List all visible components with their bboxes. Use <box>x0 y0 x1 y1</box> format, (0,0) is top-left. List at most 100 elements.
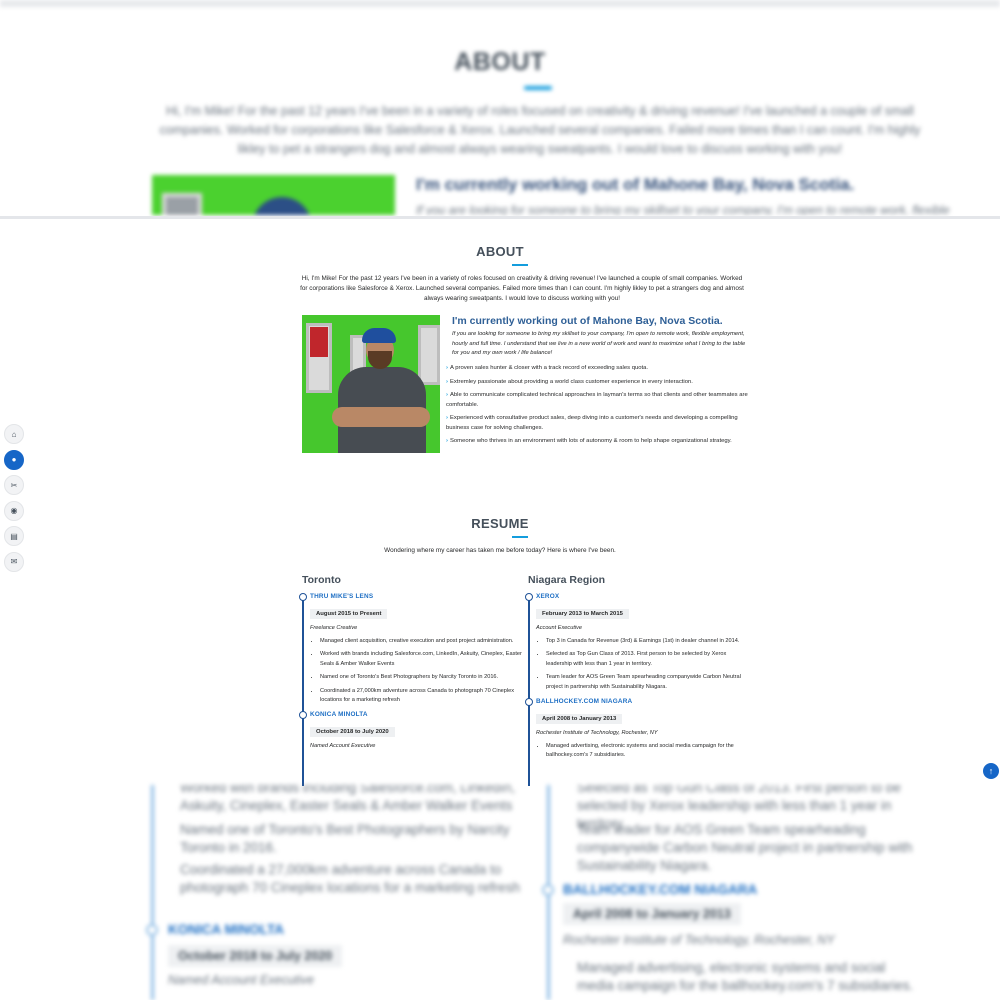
resume-column-heading: Toronto <box>302 574 341 586</box>
blurred-text: Worked with brands including Salesforce.… <box>180 785 516 813</box>
nav-about-button[interactable]: ● <box>4 449 24 470</box>
about-point: › Experienced with consultative product s… <box>446 414 752 432</box>
photo-arms <box>332 407 430 427</box>
achievement-list: Top 3 in Canada for Revenue (3rd) & Earn… <box>536 637 750 692</box>
company-name: KONICA MINOLTA <box>310 711 368 719</box>
about-title-underline <box>512 264 528 266</box>
blurred-about-subheading: If you are looking for someone to bring … <box>416 203 950 215</box>
about-location-heading: I'm currently working out of Mahone Bay,… <box>452 315 723 327</box>
resume-item: BALLHOCKEY.COM NIAGARA April 2008 to Jan… <box>525 697 750 761</box>
resume-column-heading: Niagara Region <box>528 574 606 586</box>
blurred-date-badge: April 2008 to January 2013 <box>563 903 741 925</box>
nav-portfolio-button[interactable]: ◉ <box>4 500 24 521</box>
photo-cap <box>362 328 396 343</box>
panel-edge <box>0 216 1000 219</box>
achievement-item: Coordinated a 27,000km adventure across … <box>320 687 524 706</box>
user-icon: ● <box>11 455 17 464</box>
achievement-item: Managed advertising, electronic systems … <box>546 742 750 761</box>
about-highlights-list: › A proven sales hunter & closer with a t… <box>446 364 752 451</box>
resume-timeline: THRU MIKE'S LENS August 2015 to Present … <box>299 592 524 786</box>
resume-column-toronto: Toronto THRU MIKE'S LENS August 2015 to … <box>299 574 524 786</box>
achievement-item: Named one of Toronto's Best Photographer… <box>320 673 524 682</box>
about-resume-panel: ABOUT Hi, I'm Mike! For the past 12 year… <box>0 216 1000 786</box>
blurred-background-bottom: Worked with brands including Salesforce.… <box>0 785 1000 1000</box>
about-point: › A proven sales hunter & closer with a t… <box>446 364 752 373</box>
about-section-title: ABOUT <box>476 244 524 259</box>
about-point-text: Able to communicate complicated technica… <box>446 392 748 408</box>
blurred-photo-person <box>252 197 312 215</box>
photo-poster <box>310 327 328 357</box>
blurred-text: Team leader for AOS Green Team spearhead… <box>577 822 913 873</box>
mail-icon: ✉ <box>10 557 18 566</box>
blurred-timeline-node <box>146 924 158 936</box>
document-icon: ▤ <box>10 531 18 541</box>
date-range-badge: August 2015 to Present <box>310 609 388 619</box>
date-range-badge: April 2008 to January 2013 <box>536 714 623 725</box>
about-point: › Someone who thrives in an environment w… <box>446 437 752 446</box>
resume-item: KONICA MINOLTA October 2018 to July 2020… <box>299 710 524 751</box>
resume-column-niagara: Niagara Region XEROX February 2013 to Ma… <box>525 574 750 786</box>
home-icon: ⌂ <box>11 429 17 439</box>
company-name: BALLHOCKEY.COM NIAGARA <box>536 698 633 706</box>
blurred-company-name: BALLHOCKEY.COM NIAGARA <box>563 882 758 897</box>
company-name: XEROX <box>536 593 560 600</box>
date-range-badge: October 2018 to July 2020 <box>310 727 395 738</box>
back-to-top-button[interactable]: ↑ <box>983 763 999 779</box>
blurred-about-heading: I'm currently working out of Mahone Bay,… <box>416 175 855 194</box>
blurred-text: Managed advertising, electronic systems … <box>577 960 914 993</box>
about-point-text: Someone who thrives in an environment wi… <box>449 438 732 445</box>
resume-title-underline <box>512 536 528 538</box>
achievement-list: Managed client acquisition, creative exe… <box>310 637 524 705</box>
achievement-item: Selected as Top Gun Class of 2013. First… <box>546 650 750 669</box>
nav-skills-button[interactable]: ✂ <box>4 475 24 495</box>
nav-home-button[interactable]: ⌂ <box>4 424 24 444</box>
resume-section-title: RESUME <box>471 516 529 531</box>
blurred-photo-frame <box>162 193 202 215</box>
date-range-badge: February 2013 to March 2015 <box>536 609 629 619</box>
resume-intro-text: Wondering where my career has taken me b… <box>384 547 616 554</box>
about-point: › Able to communicate complicated technic… <box>446 391 752 409</box>
job-title: Freelance Creative <box>310 625 358 631</box>
blurred-company-name: KONICA MINOLTA <box>168 922 284 937</box>
side-navigation: ⌂ ● ✂ ◉ ▤ ✉ <box>4 424 26 577</box>
job-title: Account Executive <box>536 625 583 631</box>
company-name: THRU MIKE'S LENS <box>310 593 374 600</box>
job-title: Named Account Executive <box>310 743 376 750</box>
timeline-node <box>299 711 307 720</box>
blurred-title-underline <box>524 86 552 90</box>
resume-item: XEROX February 2013 to March 2015 Accoun… <box>525 592 750 692</box>
timeline-node <box>525 698 533 707</box>
about-subheading: If you are looking for someone to bring … <box>452 331 746 357</box>
blurred-timeline-node <box>542 884 554 896</box>
blurred-about-title: ABOUT <box>454 48 546 76</box>
achievement-list: Managed advertising, electronic systems … <box>536 742 750 761</box>
blurred-background-top: ABOUT Hi, I'm Mike! For the past 12 year… <box>0 0 1000 215</box>
profile-photo <box>302 315 440 453</box>
about-point-text: Experienced with consultative product sa… <box>446 415 738 431</box>
achievement-item: Worked with brands including Salesforce.… <box>320 650 524 669</box>
about-point-text: A proven sales hunter & closer with a tr… <box>449 365 649 371</box>
blurred-timeline-left <box>151 785 154 1000</box>
achievement-item: Managed client acquisition, creative exe… <box>320 637 524 646</box>
resume-timeline: XEROX February 2013 to March 2015 Accoun… <box>525 592 750 786</box>
about-point: › Extremley passionate about providing a … <box>446 378 752 387</box>
camera-icon: ◉ <box>10 506 18 515</box>
blurred-text: Rochester Institute of Technology, Roche… <box>563 933 835 947</box>
about-point-text: Extremley passionate about providing a w… <box>449 378 693 385</box>
job-title: Rochester Institute of Technology, Roche… <box>536 730 658 737</box>
resume-item: THRU MIKE'S LENS August 2015 to Present … <box>299 592 524 705</box>
blurred-text: Named one of Toronto's Best Photographer… <box>180 822 510 855</box>
nav-resume-button[interactable]: ▤ <box>4 526 24 546</box>
blurred-profile-photo <box>152 175 395 215</box>
blurred-text: Named Account Executive <box>168 973 315 987</box>
photo-wall-frame-right <box>418 325 440 385</box>
achievement-item: Team leader for AOS Green Team spearhead… <box>546 673 750 692</box>
blurred-text: Coordinated a 27,000km adventure across … <box>180 862 520 895</box>
achievement-item: Top 3 in Canada for Revenue (3rd) & Earn… <box>546 637 750 646</box>
timeline-node <box>525 593 533 601</box>
blurred-about-intro: Hi, I'm Mike! For the past 12 years I've… <box>159 104 921 156</box>
timeline-node <box>299 593 307 601</box>
arrow-up-icon: ↑ <box>988 766 994 776</box>
nav-contact-button[interactable]: ✉ <box>4 551 24 572</box>
tools-icon: ✂ <box>10 480 18 490</box>
